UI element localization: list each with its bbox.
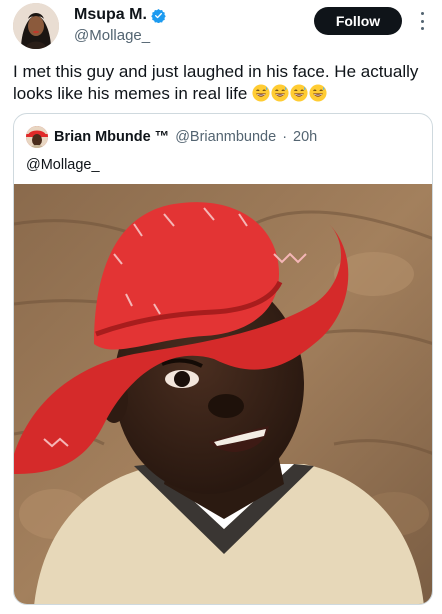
time-separator: · [282, 129, 288, 145]
quoted-timestamp[interactable]: 20h [293, 129, 317, 145]
grinning-sweat-face-icon [271, 84, 289, 102]
quoted-tweet-text[interactable]: @Mollage_ [26, 157, 100, 173]
quoted-media-photo[interactable] [14, 184, 432, 604]
quoted-tweet-header: Brian Mbunde ™ @Brianmbunde · 20h [26, 126, 317, 148]
verified-badge-icon [151, 8, 166, 23]
emoji-group [252, 84, 327, 102]
quoted-author-avatar[interactable] [26, 126, 48, 148]
author-avatar[interactable] [13, 3, 59, 49]
grinning-sweat-face-icon [290, 84, 308, 102]
follow-button[interactable]: Follow [314, 7, 402, 35]
profile-photo-icon [13, 3, 59, 49]
author-handle[interactable]: @Mollage_ [74, 27, 150, 44]
grinning-sweat-face-icon [309, 84, 327, 102]
tweet-header: Msupa M. @Mollage_ Follow [0, 0, 442, 56]
more-options-icon[interactable] [419, 12, 425, 30]
tweet-text: I met this guy and just laughed in his f… [13, 61, 433, 105]
quoted-profile-photo-icon [26, 126, 48, 148]
quoted-tweet-card[interactable]: Brian Mbunde ™ @Brianmbunde · 20h @Molla… [13, 113, 433, 605]
photo-man-in-red-hat-icon [14, 184, 432, 604]
quoted-author-handle[interactable]: @Brianmbunde [175, 129, 276, 145]
author-name-row[interactable]: Msupa M. [74, 6, 166, 24]
grinning-sweat-face-icon [252, 84, 270, 102]
author-name[interactable]: Msupa M. [74, 6, 147, 24]
quoted-author-name[interactable]: Brian Mbunde ™ [54, 129, 169, 145]
tweet-body: I met this guy and just laughed in his f… [13, 62, 419, 103]
